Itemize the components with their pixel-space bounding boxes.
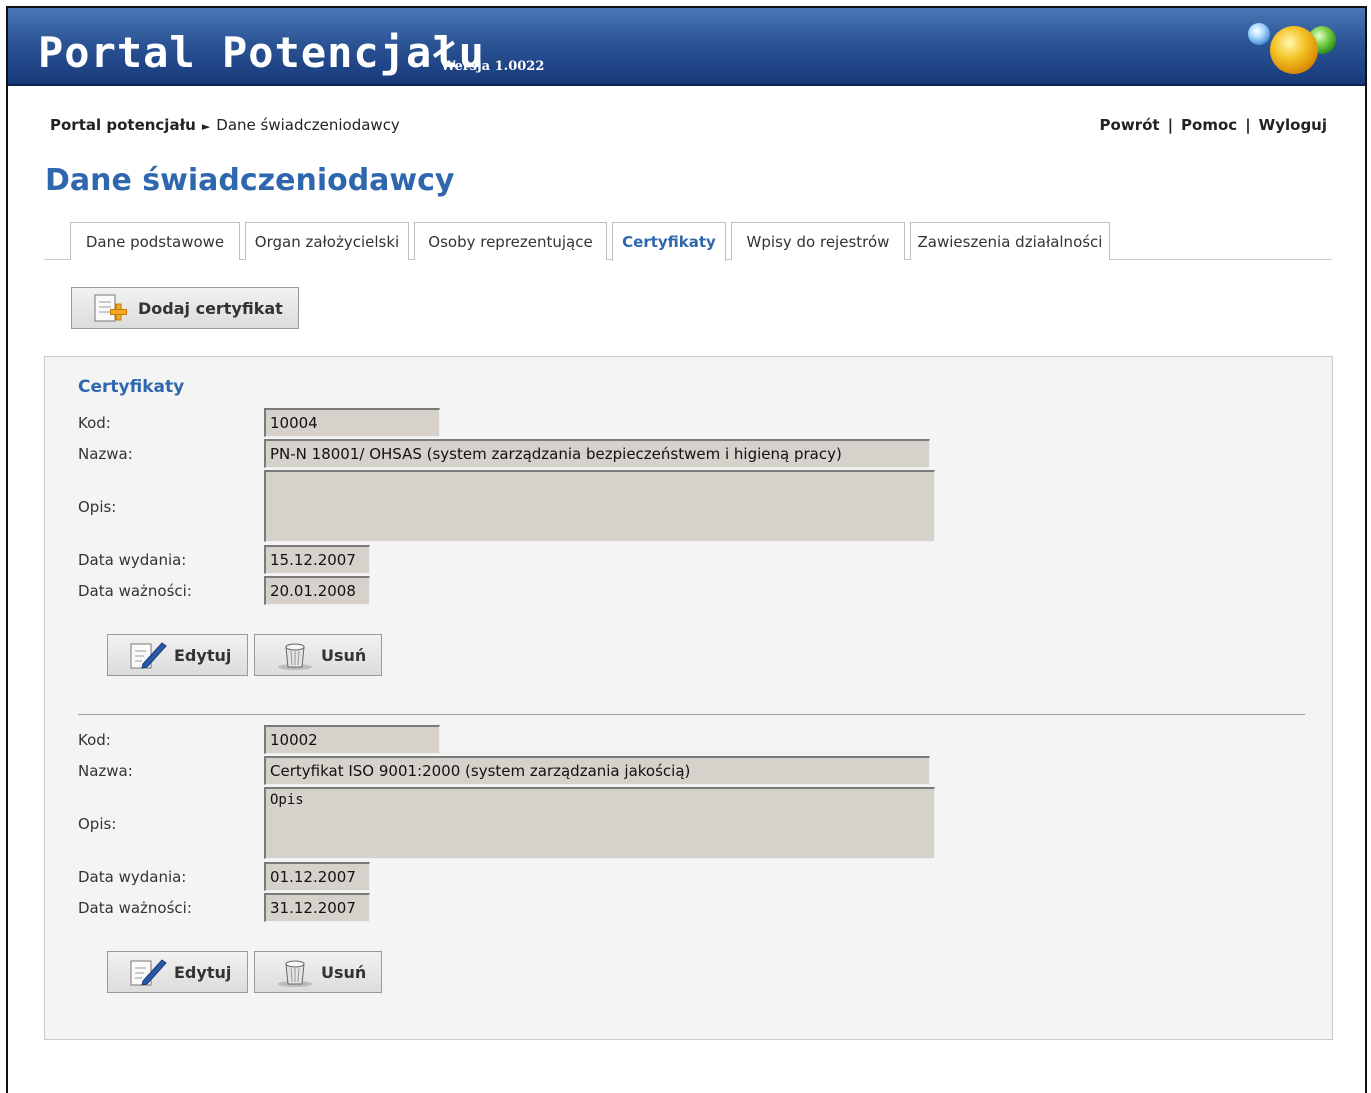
certificate-divider [78, 714, 1305, 715]
expiry-date-label: Data ważności: [78, 899, 192, 917]
tab-bar: Dane podstawowe Organ założycielski Osob… [44, 222, 1332, 261]
edit-label: Edytuj [174, 645, 232, 665]
tab-certificates[interactable]: Certyfikaty [612, 222, 726, 261]
expiry-date-label: Data ważności: [78, 582, 192, 600]
delete-label: Usuń [321, 645, 367, 665]
add-document-icon [94, 294, 127, 322]
expiry-date-field[interactable]: 20.01.2008 [264, 576, 370, 605]
panel-title: Certyfikaty [78, 377, 185, 397]
app-version: Wersja 1.0022 [441, 59, 545, 74]
tab-basic-data[interactable]: Dane podstawowe [70, 222, 240, 260]
issue-date-label: Data wydania: [78, 868, 187, 886]
edit-pencil-icon [130, 959, 167, 986]
breadcrumb-current: Dane świadczeniodawcy [216, 116, 400, 134]
logout-link[interactable]: Wyloguj [1259, 116, 1327, 134]
name-label: Nazwa: [78, 762, 133, 780]
app-frame: Portal Potencjału Wersja 1.0022 Portal p… [6, 6, 1367, 1093]
description-field[interactable] [264, 470, 935, 542]
link-separator: | [1167, 116, 1174, 134]
edit-pencil-icon [130, 642, 167, 669]
add-certificate-button[interactable]: Dodaj certyfikat [71, 287, 299, 329]
code-label: Kod: [78, 731, 111, 749]
breadcrumb-separator: ► [201, 120, 211, 133]
code-label: Kod: [78, 414, 111, 432]
tab-founding-body[interactable]: Organ założycielski [245, 222, 409, 260]
back-link[interactable]: Powrót [1100, 116, 1160, 134]
help-link[interactable]: Pomoc [1181, 116, 1237, 134]
issue-date-label: Data wydania: [78, 551, 187, 569]
edit-button[interactable]: Edytuj [107, 634, 248, 676]
description-label: Opis: [78, 815, 117, 833]
description-field[interactable]: Opis [264, 787, 935, 859]
description-label: Opis: [78, 498, 117, 516]
name-label: Nazwa: [78, 445, 133, 463]
certificates-panel: Certyfikaty Kod: 10004 Nazwa: PN-N 18001… [44, 356, 1333, 1040]
tab-suspensions[interactable]: Zawieszenia działalności [910, 222, 1110, 260]
trash-bin-icon [278, 960, 312, 987]
tab-representatives[interactable]: Osoby reprezentujące [414, 222, 607, 260]
name-field[interactable]: Certyfikat ISO 9001:2000 (system zarządz… [264, 756, 930, 785]
link-separator: | [1245, 116, 1251, 134]
delete-button[interactable]: Usuń [254, 634, 382, 676]
edit-button[interactable]: Edytuj [107, 951, 248, 993]
issue-date-field[interactable]: 15.12.2007 [264, 545, 370, 574]
breadcrumb-root-link[interactable]: Portal potencjału [50, 116, 196, 134]
edit-label: Edytuj [174, 962, 232, 982]
code-field[interactable]: 10004 [264, 408, 440, 437]
logo-bubbles-icon [1248, 23, 1336, 74]
expiry-date-field[interactable]: 31.12.2007 [264, 893, 370, 922]
page-title: Dane świadczeniodawcy [45, 163, 455, 198]
code-field[interactable]: 10002 [264, 725, 440, 754]
name-field[interactable]: PN-N 18001/ OHSAS (system zarządzania be… [264, 439, 930, 468]
breadcrumb: Portal potencjału ► Dane świadczeniodawcy [50, 116, 400, 134]
top-links: Powrót | Pomoc | Wyloguj [1100, 116, 1327, 134]
delete-label: Usuń [321, 962, 367, 982]
trash-bin-icon [278, 643, 312, 670]
issue-date-field[interactable]: 01.12.2007 [264, 862, 370, 891]
tab-registry-entries[interactable]: Wpisy do rejestrów [731, 222, 905, 260]
app-title: Portal Potencjału [38, 28, 485, 77]
header-banner: Portal Potencjału Wersja 1.0022 [8, 8, 1365, 86]
add-certificate-label: Dodaj certyfikat [138, 298, 283, 318]
delete-button[interactable]: Usuń [254, 951, 382, 993]
